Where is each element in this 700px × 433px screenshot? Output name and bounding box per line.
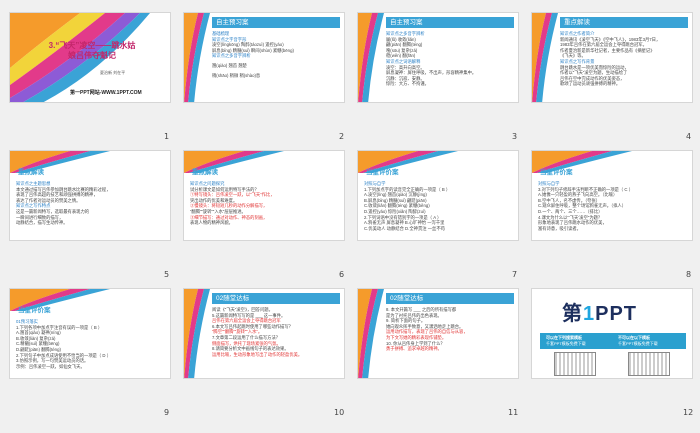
slide-number-8: 8 (686, 270, 692, 279)
slide-title: 重点解读 (560, 17, 688, 28)
text-line: 示例：吕伟凌空一跃，如仙女飞天。 (16, 363, 85, 369)
slide-number-9: 9 (164, 408, 170, 417)
slide-body: 8. 本文开篇写 ___ 之后的所有描写都 是为了衬托吕伟的出色表现。 9. 简… (386, 307, 516, 377)
promo-text-left: 可以在下列搜索模板 (546, 335, 582, 340)
slide-thumbnail-10[interactable]: 02随堂达标 阅读《“飞天”凌空》，回答问题。 5.这篇新闻特写写的是 ___ … (183, 288, 345, 379)
promo-text-right: 不可以在以下模板 (618, 335, 650, 340)
slide-thumbnail-6[interactable]: 重点解读 知识点之问题探究 试分析课文是如何运用特写手法的？ ①特写镜头：吕伟凌… (183, 150, 345, 241)
cover-title-line1: 3.“飞天”凌空——跳水姑 (48, 41, 136, 50)
slide-body: 01预习落实 1.下列各项中加点字注音有误的一项是（ B ） A.翘首(qiào… (16, 319, 166, 378)
slide-title: 自主预习案 (386, 17, 514, 28)
cover-site: 第一PPT网站-WWW.1PPT.COM (70, 90, 142, 96)
cover-title-line2: 娘吕伟夺魁记 (68, 51, 116, 60)
slide-number-4: 4 (686, 132, 692, 141)
slide-body: 阅读《“飞天”凌空》，回答问题。 5.这篇新闻特写写的是 ___ 这一事件。 吕… (212, 307, 342, 377)
slide-thumbnail-2[interactable]: 自主预习案 基础梳理 知识点之字音字形 凌空(língkōng) 陶醉(táoz… (183, 12, 345, 103)
slide-number-6: 6 (339, 270, 345, 279)
text-line: C.优美动人 动静结合 D.全神贯注 一丝不苟 (364, 225, 445, 231)
text-line: 表现人物的精神风貌。 (190, 220, 233, 226)
text-line: 动静结合，描写生动传神。 (16, 220, 68, 226)
slide-body: 知识点之多音字辨析 屡(lǚ) 收敛(liǎn) 翩(piān) 翻腾(téng… (386, 31, 516, 101)
slide-number-12: 12 (683, 408, 694, 417)
slide-sorter-grid: 3.“飞天”凌空——跳水姑 娘吕伟夺魁记 夏治新 刘在平 第一PPT网站-WWW… (0, 0, 700, 433)
text-line: 翘(qiào) 翘首 翘楚 (212, 62, 247, 68)
slide-thumbnail-1[interactable]: 3.“飞天”凌空——跳水姑 娘吕伟夺魁记 夏治新 刘在平 第一PPT网站-WWW… (9, 12, 171, 103)
slide-number-1: 1 (164, 132, 170, 141)
promo-strip: 可以在下列搜索模板 千套PPT模板免费下载 不可以在以下模板 千套PPT模板免费… (540, 333, 686, 349)
slide-title: 重点解读 (18, 169, 44, 176)
promo-text-left-sub: 千套PPT模板免费下载 (546, 341, 586, 346)
slide-body: 对照与自学 3.对下列句子修辞手法判断不正确的一项是（ C ） A.她像一只轻盈… (538, 181, 688, 240)
text-line: 惊险：大方、不拘谨。 (386, 81, 429, 87)
slide-title: 当堂评价案 (540, 169, 573, 176)
slide-title: 当堂评价案 (18, 307, 51, 314)
slide-thumbnail-12[interactable]: 第1PPT 可以在下列搜索模板 千套PPT模板免费下载 不可以在以下模板 千套P… (531, 288, 693, 379)
slide-title: 02随堂达标 (386, 293, 514, 304)
cover-title: 3.“飞天”凌空——跳水姑 娘吕伟夺魁记 (18, 41, 166, 61)
slide-number-11: 11 (508, 408, 519, 417)
slide-body: 知识点之作者简介 新闻通讯《凌空飞天》《空中飞人》，1983年3月7日， 198… (560, 31, 690, 101)
slide-thumbnail-7[interactable]: 当堂评价案 对照与自学 1.下列加点字的读音完全正确的一项是（ B ） A.凌空… (357, 150, 519, 241)
slide-number-5: 5 (164, 270, 170, 279)
logo-panel: 第1PPT 可以在下列搜索模板 千套PPT模板免费下载 不可以在以下模板 千套P… (532, 289, 692, 378)
slide-body: 知识点之主题思想 本文通过描写吕伟参加跳台跳水比赛的精彩过程， 表现了吕伟高超的… (16, 181, 166, 240)
qr-code-right (628, 352, 670, 376)
side-stripes (532, 13, 558, 102)
slide-title: 02随堂达标 (212, 293, 340, 304)
slide-title: 重点解读 (192, 169, 218, 176)
slide-body: 对照与自学 1.下列加点字的读音完全正确的一项是（ B ） A.凌空(líng)… (364, 181, 514, 240)
slide-body: 知识点之问题探究 试分析课文是如何运用特写手法的？ ①特写镜头：吕伟凌空一跃，以… (190, 181, 340, 240)
text-line: 歌颂了运动员顽强拼搏的精神。 (560, 81, 621, 87)
slide-thumbnail-3[interactable]: 自主预习案 知识点之多音字辨析 屡(lǚ) 收敛(liǎn) 翩(piān) 翻… (357, 12, 519, 103)
slide-thumbnail-11[interactable]: 02随堂达标 8. 本文开篇写 ___ 之后的所有描写都 是为了衬托吕伟的出色表… (357, 288, 519, 379)
slide-thumbnail-5[interactable]: 重点解读 知识点之主题思想 本文通过描写吕伟参加跳台跳水比赛的精彩过程， 表现了… (9, 150, 171, 241)
side-stripes (358, 289, 384, 378)
logo-ppt: PPT (595, 303, 638, 325)
slide-number-10: 10 (334, 408, 345, 417)
side-stripes (184, 13, 210, 102)
cover-authors: 夏治新 刘在平 (100, 70, 126, 75)
text-line: 稍(shāo) 稍微 稍(shào)息 (212, 72, 261, 78)
site-logo: 第1PPT (562, 297, 637, 326)
text-line: 富有诗意，吸引读者。 (538, 225, 581, 231)
text-line: 运用比喻，生动形象地写出了动作的轻盈优美。 (212, 351, 303, 357)
slide-number-7: 7 (512, 270, 518, 279)
slide-title: 当堂评价案 (366, 169, 399, 176)
text-line: 知识点之多音字辨析 (212, 53, 251, 59)
slide-number-3: 3 (512, 132, 518, 141)
side-stripes (184, 289, 210, 378)
slide-title: 自主预习案 (212, 17, 340, 28)
slide-thumbnail-4[interactable]: 重点解读 知识点之作者简介 新闻通讯《凌空飞天》《空中飞人》，1983年3月7日… (531, 12, 693, 103)
slide-number-2: 2 (339, 132, 345, 141)
qr-code-left (554, 352, 596, 376)
slide-thumbnail-9[interactable]: 当堂评价案 01预习落实 1.下列各项中加点字注音有误的一项是（ B ） A.翘… (9, 288, 171, 379)
promo-text-right-sub: 千套PPT模板免费下载 (618, 341, 658, 346)
slide-body: 基础梳理 知识点之字音字形 凌空(língkōng) 陶醉(táozuì) 遥控… (212, 31, 342, 101)
text-line: 勇于拼搏、追求卓越的精神。 (386, 346, 442, 352)
logo-one: 1 (583, 303, 596, 325)
logo-char: 第 (562, 303, 583, 325)
side-stripes (358, 13, 384, 102)
slide-thumbnail-8[interactable]: 当堂评价案 对照与自学 3.对下列句子修辞手法判断不正确的一项是（ C ） A.… (531, 150, 693, 241)
